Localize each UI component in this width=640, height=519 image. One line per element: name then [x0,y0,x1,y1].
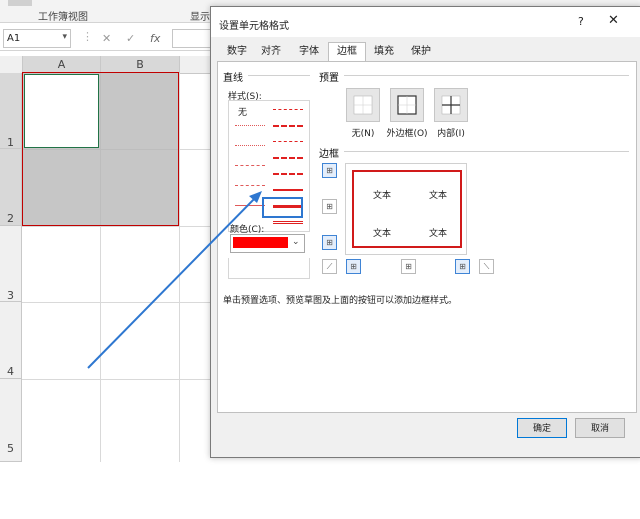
annotation-arrow [87,191,262,369]
